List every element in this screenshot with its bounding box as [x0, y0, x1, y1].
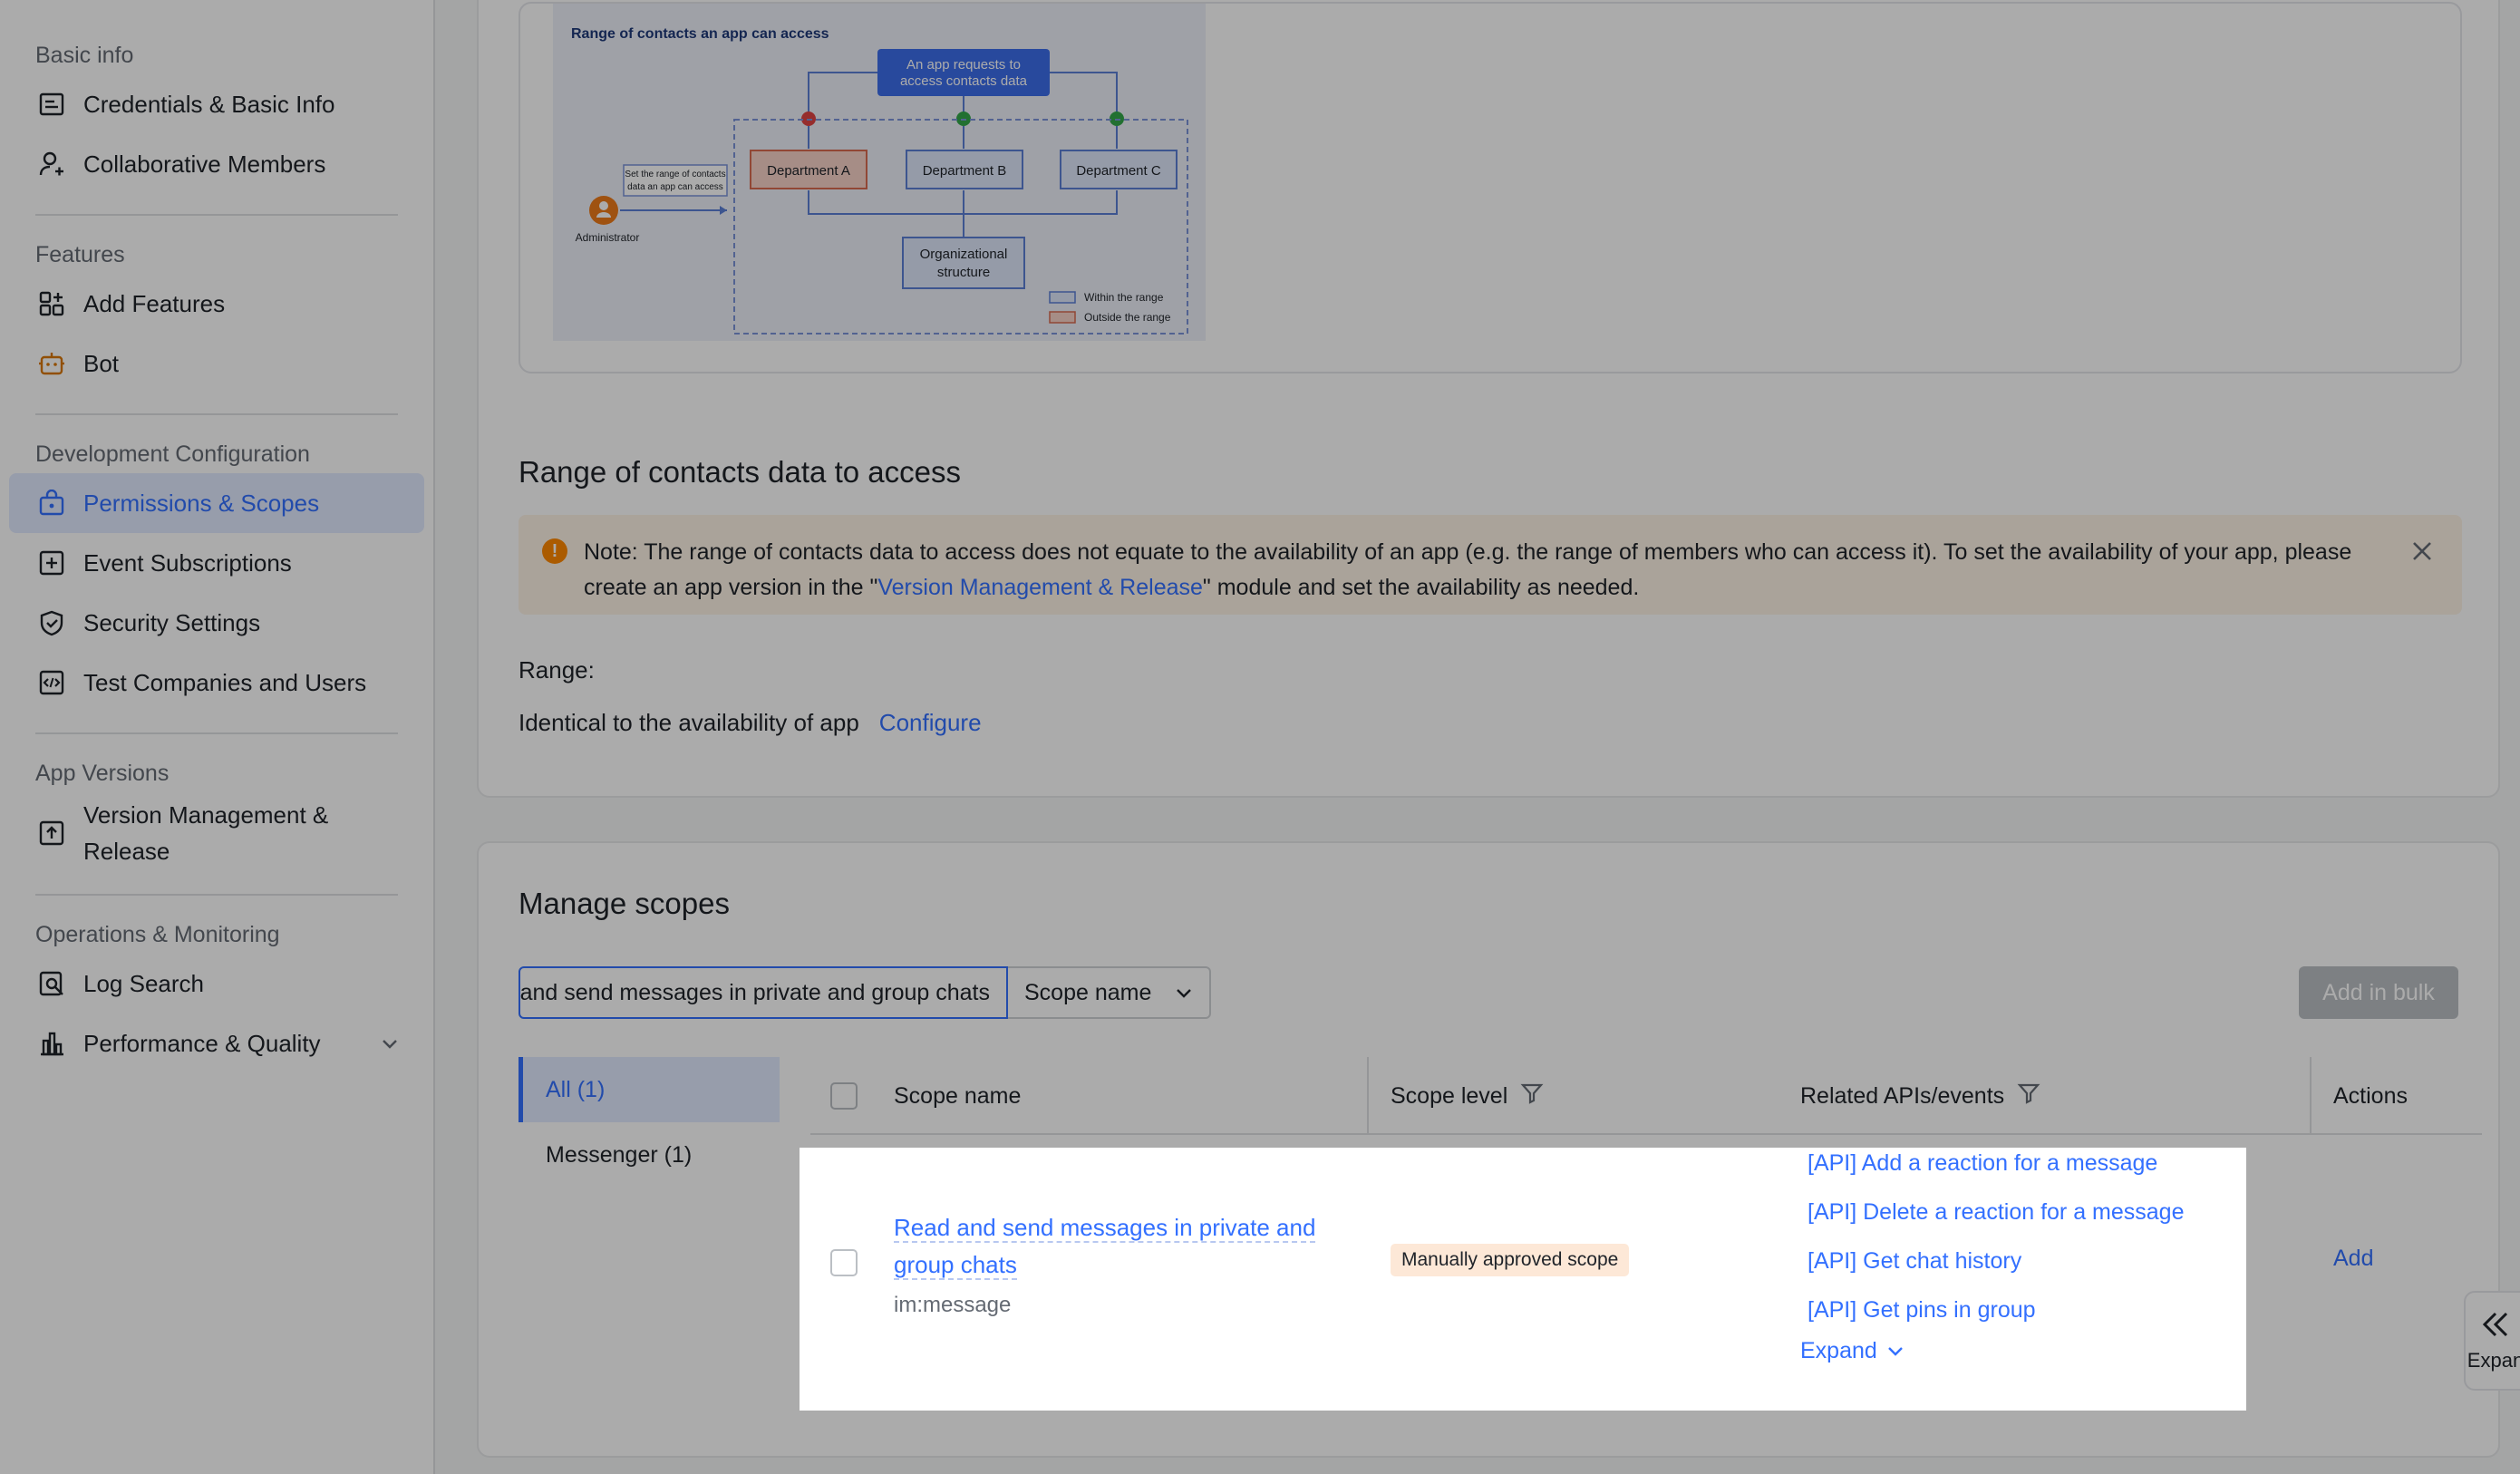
bar-chart-icon [36, 1028, 67, 1059]
diagram-admin: Administrator [576, 231, 640, 244]
sidebar-section-basic-info: Basic info [35, 43, 134, 68]
filter-icon[interactable] [1520, 1081, 1544, 1111]
sidebar-item-permissions-scopes[interactable]: Permissions & Scopes [9, 473, 424, 533]
sidebar-item-credentials[interactable]: Credentials & Basic Info [9, 74, 424, 134]
filter-select-value: Scope name [1024, 979, 1152, 1005]
table-header: Scope name Scope level Related APIs/even… [810, 1057, 2482, 1398]
upload-icon [36, 818, 67, 849]
sidebar-item-label: Credentials & Basic Info [83, 90, 335, 118]
sidebar-item-security-settings[interactable]: Security Settings [9, 593, 424, 653]
contacts-section-title: Range of contacts data to access [519, 455, 961, 489]
diagram-container: Range of contacts an app can access An a… [519, 2, 2462, 373]
chevron-down-icon [1175, 986, 1193, 999]
sidebar-item-test-companies[interactable]: Test Companies and Users [9, 653, 424, 713]
event-icon [36, 548, 67, 578]
expand-panel-label: Expan [2467, 1349, 2520, 1372]
sidebar-section-development-configuration: Development Configuration [35, 441, 310, 467]
version-management-link[interactable]: Version Management & Release [877, 575, 1203, 600]
sidebar: Basic info Credentials & Basic Info Coll… [0, 0, 435, 1474]
double-chevron-left-icon [2477, 1309, 2514, 1345]
sidebar-item-label: Performance & Quality [83, 1029, 321, 1057]
range-row: Identical to the availability of app Con… [519, 709, 982, 737]
close-icon[interactable] [2409, 538, 2435, 564]
filter-icon[interactable] [2017, 1081, 2040, 1111]
sidebar-section-operations: Operations & Monitoring [35, 922, 280, 947]
sidebar-item-label: Security Settings [83, 608, 261, 636]
sidebar-divider [35, 413, 398, 415]
sidebar-item-label: Add Features [83, 289, 226, 317]
sidebar-item-label: Bot [83, 349, 120, 377]
diagram-dept-c: Department C [1076, 163, 1161, 179]
diagram-legend-in: Within the range [1084, 291, 1164, 304]
contacts-range-card: Range of contacts an app can access An a… [477, 0, 2500, 798]
shield-icon [36, 607, 67, 638]
search-input-value: Read and send messages in private and gr… [519, 979, 990, 1005]
add-features-icon [36, 288, 67, 319]
sidebar-item-bot[interactable]: Bot [9, 334, 424, 393]
range-value: Identical to the availability of app [519, 709, 859, 736]
sidebar-item-version-management[interactable]: Version Management & Release [9, 792, 424, 874]
highlight-spotlight [800, 1148, 2246, 1411]
sidebar-divider [35, 894, 398, 896]
select-all-checkbox-cell [830, 1057, 858, 1135]
diagram-dept-b: Department B [923, 163, 1007, 179]
sidebar-divider [35, 732, 398, 734]
diagram-legend-out: Outside the range [1084, 311, 1171, 324]
expand-panel-button[interactable]: Expan [2464, 1291, 2520, 1391]
add-in-bulk-button[interactable]: Add in bulk [2299, 966, 2458, 1019]
category-list: All (1) Messenger (1) [519, 1057, 780, 1188]
select-all-checkbox[interactable] [830, 1082, 858, 1110]
notice-banner: ! Note: The range of contacts data to ac… [519, 515, 2462, 615]
sidebar-item-event-subscriptions[interactable]: Event Subscriptions [9, 533, 424, 593]
diagram-set-range-line1: Set the range of contacts [625, 170, 725, 179]
category-item-all[interactable]: All (1) [519, 1057, 780, 1122]
sidebar-item-label: Version Management & Release [83, 801, 329, 865]
sidebar-divider [35, 214, 398, 216]
range-label: Range: [519, 656, 595, 684]
sidebar-item-label: Test Companies and Users [83, 668, 367, 696]
manage-scopes-title: Manage scopes [519, 887, 730, 920]
sidebar-section-app-versions: App Versions [35, 761, 170, 786]
diagram-org-line2: structure [937, 265, 990, 280]
sidebar-item-label: Event Subscriptions [83, 548, 292, 577]
credentials-icon [36, 89, 67, 120]
diagram-dept-a: Department A [767, 163, 850, 179]
column-scope-level-label: Scope level [1391, 1082, 1508, 1109]
code-icon [36, 667, 67, 698]
column-scope-level: Scope level [1391, 1057, 1544, 1135]
diagram-title: Range of contacts an app can access [571, 26, 829, 42]
bot-icon [36, 348, 67, 379]
sidebar-item-log-search[interactable]: Log Search [9, 954, 424, 1013]
add-scope-button[interactable]: Add [2333, 1246, 2373, 1272]
filter-select[interactable]: Scope name [1008, 966, 1211, 1019]
sidebar-section-features: Features [35, 242, 125, 267]
sidebar-item-collaborative-members[interactable]: Collaborative Members [9, 134, 424, 194]
contacts-range-diagram: Range of contacts an app can access An a… [553, 4, 1206, 341]
column-actions: Actions [2333, 1082, 2408, 1109]
column-scope-name: Scope name [894, 1082, 1022, 1109]
permissions-icon [36, 488, 67, 519]
category-item-messenger[interactable]: Messenger (1) [519, 1122, 780, 1188]
column-related-label: Related APIs/events [1800, 1082, 2005, 1109]
sidebar-item-performance-quality[interactable]: Performance & Quality [9, 1013, 424, 1073]
user-add-icon [36, 149, 67, 179]
chevron-down-icon[interactable] [381, 1037, 399, 1050]
sidebar-item-label: Permissions & Scopes [83, 489, 320, 517]
notice-text-suffix: " module and set the availability as nee… [1202, 575, 1640, 600]
search-input[interactable]: Read and send messages in private and gr… [519, 966, 1008, 1019]
diagram-request-line1: An app requests to [906, 57, 1021, 73]
configure-link[interactable]: Configure [879, 709, 982, 737]
column-related-apis: Related APIs/events [1800, 1057, 2040, 1135]
log-search-icon [36, 968, 67, 999]
warning-icon: ! [542, 538, 567, 564]
sidebar-item-label: Log Search [83, 969, 204, 997]
sidebar-item-add-features[interactable]: Add Features [9, 274, 424, 334]
diagram-request-line2: access contacts data [900, 73, 1028, 89]
sidebar-item-label: Collaborative Members [83, 150, 326, 178]
diagram-org-line1: Organizational [920, 247, 1008, 262]
diagram-set-range-line2: data an app can access [627, 182, 723, 192]
